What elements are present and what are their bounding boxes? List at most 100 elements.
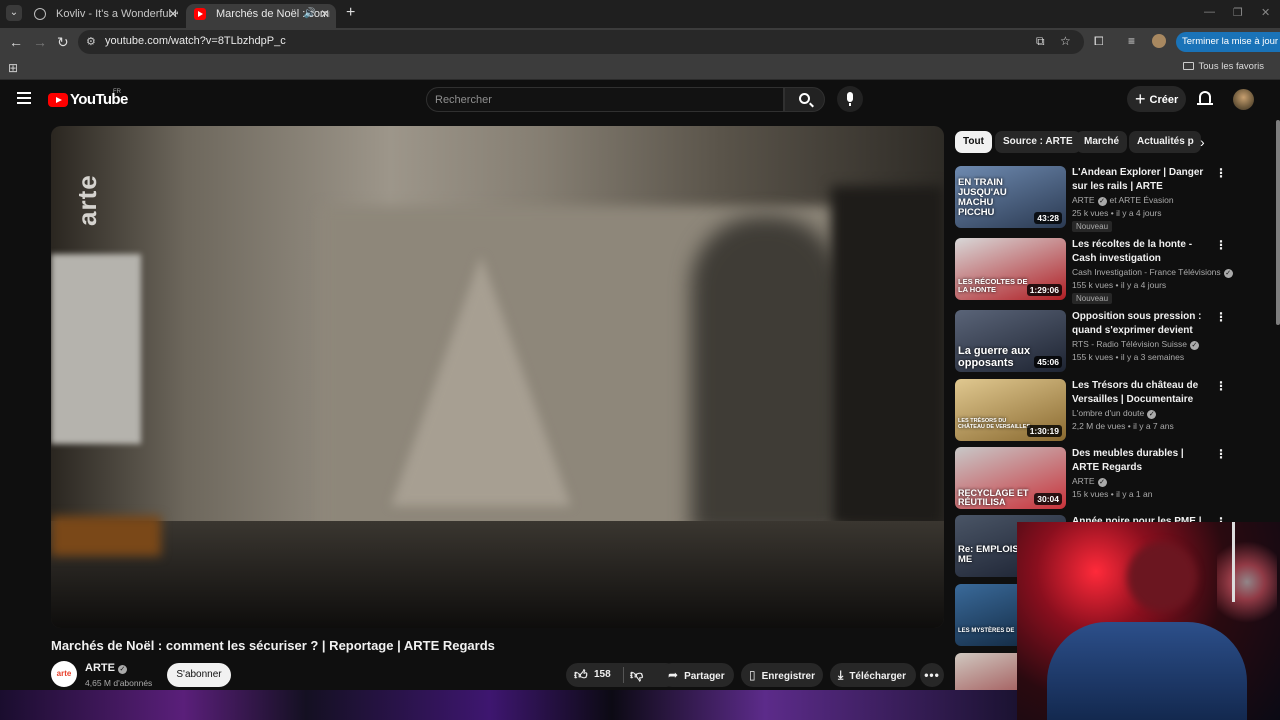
verified-check-icon: ✓ bbox=[117, 665, 127, 674]
channel-label: Cash Investigation - France Télévisions bbox=[1072, 267, 1221, 277]
duration-badge: 1:30:19 bbox=[1026, 425, 1062, 437]
bookmark-star-icon[interactable]: ☆ bbox=[1060, 34, 1071, 48]
more-actions-icon[interactable]: ••• bbox=[920, 663, 944, 687]
country-code: FR bbox=[113, 89, 121, 95]
recommendation-channel[interactable]: ARTE ✓ bbox=[1072, 476, 1107, 487]
youtube-favicon-icon bbox=[194, 8, 206, 20]
recommendation-title[interactable]: Opposition sous pression : quand s'expri… bbox=[1072, 310, 1212, 337]
more-options-icon[interactable]: ⋮ bbox=[1215, 380, 1227, 392]
view-count: 155 k vues bbox=[1072, 280, 1114, 290]
close-window-icon[interactable]: ✕ bbox=[1261, 6, 1270, 19]
channel-name-label: ARTE bbox=[85, 662, 115, 674]
video-thumbnail[interactable]: RECYCLAGE ET RÉUTILISA 30:04 bbox=[955, 447, 1066, 509]
update-browser-button[interactable]: Terminer la mise à jour ⋮ bbox=[1176, 32, 1280, 52]
channel-avatar[interactable]: arte bbox=[51, 661, 77, 687]
save-button[interactable]: ▯ Enregistrer bbox=[741, 663, 823, 687]
like-count[interactable]: 158 bbox=[594, 663, 611, 687]
chip-marche[interactable]: Marché bbox=[1076, 131, 1128, 153]
video-thumbnail[interactable]: EN TRAIN JUSQU'AU MACHU PICCHU 43:28 bbox=[955, 166, 1066, 228]
install-app-icon[interactable]: ⧉ bbox=[1036, 34, 1045, 49]
more-options-icon[interactable]: ⋮ bbox=[1215, 239, 1227, 251]
voice-search-button[interactable] bbox=[837, 86, 863, 112]
reading-list-icon[interactable]: ≡ bbox=[1128, 34, 1135, 48]
all-bookmarks-label: Tous les favoris bbox=[1198, 61, 1264, 72]
audio-playing-icon[interactable]: 🔊 bbox=[304, 4, 316, 24]
browser-toolbar: ← → ↻ ⚙ youtube.com/watch?v=8TLbzhdpP_c … bbox=[0, 28, 1280, 56]
recommendation-meta: 15 k vues • il y a 1 an bbox=[1072, 489, 1152, 499]
site-info-icon[interactable]: ⚙ bbox=[86, 35, 96, 48]
thumbnail-caption: LES TRÉSORS DU CHÂTEAU DE VERSAILLES bbox=[958, 418, 1031, 430]
more-options-icon[interactable]: ⋮ bbox=[1215, 311, 1227, 323]
dislike-thumb-icon[interactable]: 👎︎ bbox=[630, 663, 643, 687]
all-bookmarks-button[interactable]: Tous les favoris bbox=[1182, 61, 1264, 72]
menu-hamburger-icon[interactable] bbox=[17, 92, 31, 104]
thumbnail-caption: La guerre aux opposants bbox=[958, 345, 1031, 369]
plus-icon: + bbox=[1135, 89, 1146, 109]
recommendation-item[interactable]: LES RÉCOLTES DE LA HONTE 1:29:06 Les récol… bbox=[955, 238, 1275, 304]
forward-arrow-icon[interactable]: → bbox=[33, 33, 47, 51]
apps-grid-icon[interactable]: ⊞ bbox=[8, 61, 18, 75]
reload-icon[interactable]: ↻ bbox=[57, 33, 69, 51]
profile-avatar-icon[interactable] bbox=[1152, 34, 1166, 48]
account-avatar[interactable] bbox=[1233, 89, 1254, 110]
chevron-right-icon[interactable]: › bbox=[1200, 134, 1205, 150]
view-count: 155 k vues bbox=[1072, 352, 1114, 362]
back-arrow-icon[interactable]: ← bbox=[9, 33, 23, 51]
close-tab-icon[interactable]: ✕ bbox=[168, 4, 178, 24]
browser-tab[interactable]: Kovliv - It's a Wonderful Knife ( ✕ bbox=[26, 4, 184, 28]
download-label: Télécharger bbox=[849, 671, 907, 682]
recommendation-title[interactable]: L'Andean Explorer | Danger sur les rails… bbox=[1072, 166, 1212, 193]
share-button[interactable]: ➦ Partager bbox=[660, 663, 734, 687]
youtube-logo-icon[interactable] bbox=[48, 93, 68, 107]
search-button[interactable] bbox=[784, 87, 825, 112]
chip-source-arte[interactable]: Source : ARTE bbox=[995, 131, 1081, 153]
extensions-icon[interactable]: ⧠ bbox=[1094, 34, 1104, 49]
create-button[interactable]: + Créer bbox=[1127, 86, 1186, 112]
like-thumb-icon[interactable]: 👍︎ bbox=[574, 663, 588, 687]
background-overlay-strip bbox=[0, 690, 1020, 720]
recommendation-channel[interactable]: L'ombre d'un doute ✓ bbox=[1072, 408, 1157, 419]
chip-all[interactable]: Tout bbox=[955, 131, 992, 153]
close-tab-icon[interactable]: ✕ bbox=[320, 4, 330, 24]
video-thumbnail[interactable]: La guerre aux opposants 45:06 bbox=[955, 310, 1066, 372]
download-button[interactable]: ⤓ Télécharger bbox=[830, 663, 916, 687]
verified-check-icon: ✓ bbox=[1097, 478, 1107, 487]
folder-icon bbox=[1182, 62, 1194, 70]
channel-name[interactable]: ARTE ✓ bbox=[85, 662, 127, 674]
new-tab-button[interactable]: + bbox=[346, 4, 355, 22]
video-frame-object bbox=[51, 516, 161, 556]
share-label: Partager bbox=[684, 671, 725, 682]
more-options-icon[interactable]: ⋮ bbox=[1215, 167, 1227, 179]
recommendation-item[interactable]: EN TRAIN JUSQU'AU MACHU PICCHU 43:28 L'And… bbox=[955, 166, 1275, 232]
url-text[interactable]: youtube.com/watch?v=8TLbzhdpP_c bbox=[105, 35, 286, 47]
search-input[interactable] bbox=[435, 91, 775, 109]
scrollbar[interactable] bbox=[1276, 120, 1280, 325]
recommendation-item[interactable]: La guerre aux opposants 45:06 Opposition s… bbox=[955, 310, 1275, 374]
recommendation-title[interactable]: Des meubles durables | ARTE Regards bbox=[1072, 447, 1212, 474]
recommendation-item[interactable]: LES TRÉSORS DU CHÂTEAU DE VERSAILLES 1:30… bbox=[955, 379, 1275, 443]
view-count: 2,2 M de vues bbox=[1072, 421, 1126, 431]
browser-tab-active[interactable]: Marchés de Noël : commen 🔊 ✕ bbox=[186, 4, 336, 28]
recommendation-meta: 25 k vues • il y a 4 jours bbox=[1072, 208, 1161, 218]
chip-actualites[interactable]: Actualités p bbox=[1129, 131, 1201, 153]
notifications-bell-icon[interactable] bbox=[1197, 91, 1213, 105]
address-bar[interactable]: ⚙ youtube.com/watch?v=8TLbzhdpP_c ⧉ ☆ bbox=[78, 30, 1084, 54]
webcam-person-head bbox=[1127, 542, 1197, 612]
recommendation-title[interactable]: Les récoltes de la honte - Cash investig… bbox=[1072, 238, 1212, 265]
video-frame-person bbox=[691, 216, 841, 536]
recommendation-channel[interactable]: ARTE ✓ et ARTE Évasion bbox=[1072, 195, 1174, 206]
subscriber-count: 4,65 M d'abonnés bbox=[85, 678, 153, 688]
subscribe-button[interactable]: S'abonner bbox=[167, 663, 231, 687]
recommendation-item[interactable]: RECYCLAGE ET RÉUTILISA 30:04 Des meubles d… bbox=[955, 447, 1275, 511]
video-player[interactable]: arte bbox=[51, 126, 944, 628]
recommendation-channel[interactable]: RTS - Radio Télévision Suisse ✓ bbox=[1072, 339, 1199, 350]
recommendation-title[interactable]: Les Trésors du château de Versailles | D… bbox=[1072, 379, 1212, 406]
video-thumbnail[interactable]: LES TRÉSORS DU CHÂTEAU DE VERSAILLES 1:30… bbox=[955, 379, 1066, 441]
maximize-icon[interactable]: ❐ bbox=[1233, 6, 1243, 19]
recommendation-channel[interactable]: Cash Investigation - France Télévisions ✓ bbox=[1072, 267, 1233, 278]
more-options-icon[interactable]: ⋮ bbox=[1215, 448, 1227, 460]
video-thumbnail[interactable]: LES RÉCOLTES DE LA HONTE 1:29:06 bbox=[955, 238, 1066, 300]
minimize-icon[interactable]: — bbox=[1204, 6, 1215, 18]
tab-search-button[interactable]: ⌄ bbox=[6, 5, 22, 21]
duration-badge: 43:28 bbox=[1034, 212, 1062, 224]
